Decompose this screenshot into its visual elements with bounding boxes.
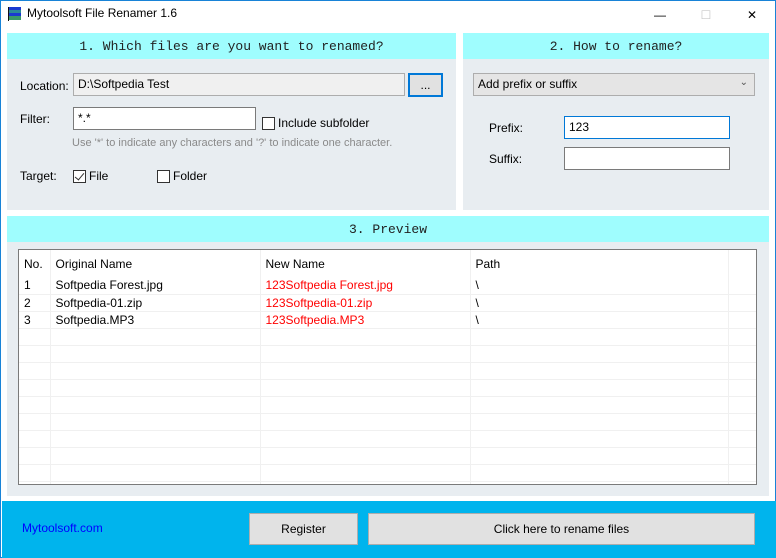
filter-hint: Use '*' to indicate any characters and '…	[72, 137, 393, 149]
empty-row	[19, 413, 756, 431]
target-folder-checkbox[interactable]: Folder	[157, 169, 207, 183]
suffix-label: Suffix:	[489, 152, 523, 166]
column-header-new-name[interactable]: New Name	[260, 250, 471, 277]
preview-panel: 3. Preview No. Original Name New Name Pa…	[7, 216, 769, 496]
empty-row	[19, 396, 756, 414]
empty-row	[19, 345, 756, 363]
include-subfolder-checkbox[interactable]: Include subfolder	[262, 116, 369, 130]
section1-header: 1. Which files are you want to renamed?	[7, 33, 456, 59]
column-header-original-name[interactable]: Original Name	[50, 250, 261, 277]
cell-new-name: 123Softpedia Forest.jpg	[260, 277, 471, 295]
table-row[interactable]: 2 Softpedia-01.zip 123Softpedia-01.zip \	[19, 294, 756, 312]
checkbox-icon	[262, 116, 275, 130]
prefix-input[interactable]: 123	[564, 116, 730, 139]
minimize-button[interactable]: —	[637, 1, 683, 29]
empty-row	[19, 362, 756, 380]
website-link[interactable]: Mytoolsoft.com	[22, 521, 103, 535]
cell-path: \	[470, 311, 729, 329]
checkbox-icon	[157, 169, 170, 183]
browse-button[interactable]: ...	[408, 73, 443, 97]
column-header-path[interactable]: Path	[470, 250, 729, 277]
maximize-icon: ☐	[700, 8, 712, 22]
cell-path: \	[470, 294, 729, 312]
section2-header: 2. How to rename?	[463, 33, 769, 59]
app-window: Mytoolsoft File Renamer 1.6 — ☐ ✕ 1. Whi…	[0, 0, 776, 558]
suffix-input[interactable]	[564, 147, 730, 170]
window-title: Mytoolsoft File Renamer 1.6	[27, 6, 178, 20]
footer-bar: Mytoolsoft.com Register Click here to re…	[2, 501, 776, 558]
rename-mode-value: Add prefix or suffix	[478, 77, 578, 91]
column-header-no[interactable]: No.	[19, 250, 51, 277]
target-label: Target:	[20, 169, 57, 183]
cell-no: 2	[19, 294, 51, 312]
maximize-button[interactable]: ☐	[683, 1, 729, 29]
cell-path: \	[470, 277, 729, 295]
cell-original-name: Softpedia.MP3	[50, 311, 261, 329]
empty-row	[19, 481, 756, 484]
table-header-row: No. Original Name New Name Path	[19, 250, 756, 277]
include-subfolder-label: Include subfolder	[278, 116, 370, 130]
empty-row	[19, 328, 756, 346]
prefix-label: Prefix:	[489, 121, 524, 135]
location-input[interactable]: D:\Softpedia Test	[73, 73, 405, 96]
filter-input[interactable]: *.*	[73, 107, 256, 130]
cell-filler	[728, 311, 756, 329]
filter-label: Filter:	[20, 112, 50, 126]
empty-row	[19, 430, 756, 448]
cell-filler	[728, 277, 756, 295]
target-folder-label: Folder	[173, 169, 208, 183]
minimize-icon: —	[654, 8, 666, 22]
location-label: Location:	[20, 79, 69, 93]
target-file-label: File	[89, 169, 109, 183]
empty-row	[19, 464, 756, 482]
checkbox-checked-icon	[73, 169, 86, 183]
table-row[interactable]: 1 Softpedia Forest.jpg 123Softpedia Fore…	[19, 277, 756, 295]
close-icon: ✕	[746, 8, 758, 22]
cell-no: 1	[19, 277, 51, 295]
cell-original-name: Softpedia Forest.jpg	[50, 277, 261, 295]
rename-files-button[interactable]: Click here to rename files	[368, 513, 755, 545]
file-selection-panel: 1. Which files are you want to renamed? …	[7, 33, 456, 210]
column-header-filler	[728, 250, 756, 277]
empty-row	[19, 447, 756, 465]
empty-row	[19, 379, 756, 397]
cell-original-name: Softpedia-01.zip	[50, 294, 261, 312]
table-row[interactable]: 3 Softpedia.MP3 123Softpedia.MP3 \	[19, 311, 756, 329]
app-stack-icon	[8, 7, 21, 21]
preview-table[interactable]: No. Original Name New Name Path 1 Softpe…	[18, 249, 757, 485]
section3-header: 3. Preview	[7, 216, 769, 242]
cell-new-name: 123Softpedia-01.zip	[260, 294, 471, 312]
target-file-checkbox[interactable]: File	[73, 169, 108, 183]
rename-mode-select[interactable]: Add prefix or suffix ⌄	[473, 73, 755, 96]
cell-new-name: 123Softpedia.MP3	[260, 311, 471, 329]
close-button[interactable]: ✕	[729, 1, 775, 29]
rename-method-panel: 2. How to rename? Add prefix or suffix ⌄…	[463, 33, 769, 210]
register-button[interactable]: Register	[249, 513, 358, 545]
cell-filler	[728, 294, 756, 312]
chevron-down-icon: ⌄	[739, 77, 748, 88]
cell-no: 3	[19, 311, 51, 329]
title-bar: Mytoolsoft File Renamer 1.6 — ☐ ✕	[1, 1, 775, 29]
